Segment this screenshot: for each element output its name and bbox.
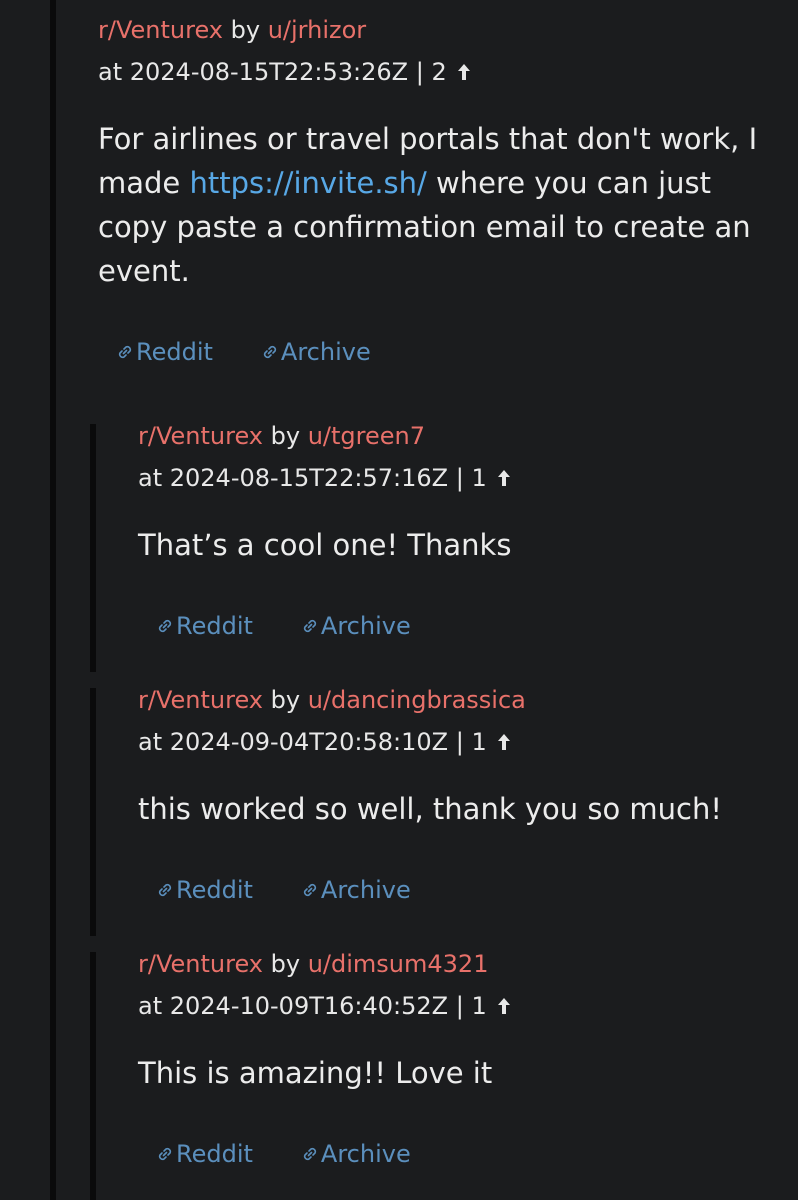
subreddit-link[interactable]: r/Venturex [138, 422, 263, 450]
subreddit-link[interactable]: r/Venturex [98, 16, 223, 44]
invite-link[interactable]: https://invite.sh/ [190, 166, 427, 200]
reddit-link[interactable]: Reddit [116, 337, 213, 367]
comment-dancingbrassica: r/Venturex by u/dancingbrassica at 2024-… [138, 685, 778, 905]
archive-link-label: Archive [320, 612, 411, 640]
link-chain-icon [158, 883, 172, 897]
comment-actions: Reddit Archive [138, 611, 778, 641]
link-chain-icon [158, 1147, 172, 1161]
reddit-link-label: Reddit [136, 338, 213, 366]
timestamp-text: at 2024-09-04T20:58:10Z | 1 [138, 728, 487, 756]
comment-tgreen7: r/Venturex by u/tgreen7 at 2024-08-15T22… [138, 421, 778, 641]
reddit-link-label: Reddit [176, 1140, 253, 1168]
thread-line-reply-1 [90, 424, 96, 672]
reddit-link[interactable]: Reddit [156, 611, 253, 641]
subreddit-link[interactable]: r/Venturex [138, 686, 263, 714]
by-label: by [230, 16, 261, 44]
archive-link[interactable]: Archive [301, 875, 411, 905]
comment-body: this worked so well, thank you so much! [138, 792, 722, 826]
comment-header: r/Venturex by u/dancingbrassica [138, 685, 778, 715]
comment-actions: Reddit Archive [98, 337, 758, 367]
upvote-arrow-icon [457, 64, 470, 80]
timestamp-score: at 2024-08-15T22:53:26Z | 2 [98, 57, 758, 87]
reddit-link-label: Reddit [176, 876, 253, 904]
comment-jrhizor: r/Venturex by u/jrhizor at 2024-08-15T22… [98, 15, 758, 367]
comment-actions: Reddit Archive [138, 875, 778, 905]
thread-line-reply-3 [90, 952, 96, 1200]
comment-body: This is amazing!! Love it [138, 1056, 493, 1090]
username-link[interactable]: u/dimsum4321 [308, 950, 489, 978]
timestamp-text: at 2024-08-15T22:57:16Z | 1 [138, 464, 487, 492]
thread-line-reply-2 [90, 688, 96, 936]
comment-header: r/Venturex by u/jrhizor [98, 15, 758, 45]
comment-thread-page: r/Venturex by u/jrhizor at 2024-08-15T22… [0, 0, 798, 1200]
thread-line-root [50, 0, 56, 1200]
upvote-arrow-icon [497, 734, 510, 750]
by-label: by [270, 422, 301, 450]
link-chain-icon [303, 1147, 317, 1161]
archive-link[interactable]: Archive [301, 1139, 411, 1169]
timestamp-text: at 2024-10-09T16:40:52Z | 1 [138, 992, 487, 1020]
comment-dimsum4321: r/Venturex by u/dimsum4321 at 2024-10-09… [138, 949, 778, 1169]
timestamp-score: at 2024-10-09T16:40:52Z | 1 [138, 991, 778, 1021]
username-link[interactable]: u/tgreen7 [308, 422, 425, 450]
username-link[interactable]: u/jrhizor [268, 16, 366, 44]
comment-header: r/Venturex by u/tgreen7 [138, 421, 778, 451]
subreddit-link[interactable]: r/Venturex [138, 950, 263, 978]
link-chain-icon [158, 619, 172, 633]
reddit-link[interactable]: Reddit [156, 875, 253, 905]
archive-link-label: Archive [320, 876, 411, 904]
reddit-link-label: Reddit [176, 612, 253, 640]
link-chain-icon [263, 345, 277, 359]
archive-link[interactable]: Archive [301, 611, 411, 641]
archive-link-label: Archive [280, 338, 371, 366]
archive-link[interactable]: Archive [261, 337, 371, 367]
comment-header: r/Venturex by u/dimsum4321 [138, 949, 778, 979]
comment-body: For airlines or travel portals that don'… [98, 117, 758, 293]
by-label: by [270, 686, 301, 714]
by-label: by [270, 950, 301, 978]
link-chain-icon [303, 619, 317, 633]
link-chain-icon [303, 883, 317, 897]
archive-link-label: Archive [320, 1140, 411, 1168]
comment-actions: Reddit Archive [138, 1139, 778, 1169]
timestamp-score: at 2024-08-15T22:57:16Z | 1 [138, 463, 778, 493]
link-chain-icon [118, 345, 132, 359]
upvote-arrow-icon [497, 470, 510, 486]
comment-body: That’s a cool one! Thanks [138, 528, 512, 562]
upvote-arrow-icon [497, 998, 510, 1014]
username-link[interactable]: u/dancingbrassica [308, 686, 526, 714]
reddit-link[interactable]: Reddit [156, 1139, 253, 1169]
timestamp-text: at 2024-08-15T22:53:26Z | 2 [98, 58, 447, 86]
timestamp-score: at 2024-09-04T20:58:10Z | 1 [138, 727, 778, 757]
